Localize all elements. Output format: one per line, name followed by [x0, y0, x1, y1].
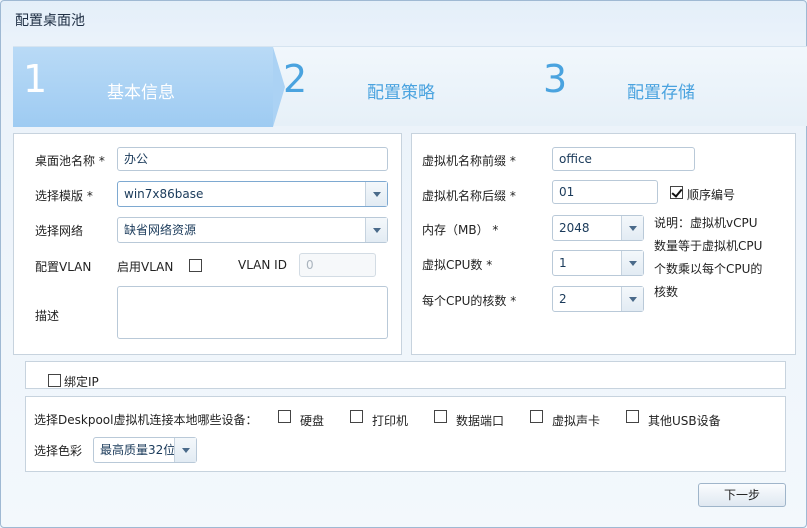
- vm-settings-panel: 虚拟机名称前缀 * office 虚拟机名称后缀 * 01 顺序编号 内存（MB…: [411, 133, 796, 355]
- step-number: 3: [543, 57, 568, 101]
- sequential-checkbox[interactable]: [670, 186, 683, 199]
- vlan-id-input[interactable]: 0: [299, 253, 376, 277]
- cpu-count-select[interactable]: 1: [552, 250, 644, 276]
- memory-select-value: 2048: [559, 221, 590, 235]
- template-label: 选择模版 *: [35, 189, 93, 203]
- device-usb-label: 其他USB设备: [648, 414, 721, 428]
- vcpu-note: 说明：虚拟机vCPU 数量等于虚拟机CPU 个数乘以每个CPU的 核数: [654, 212, 762, 304]
- basic-settings-panel: 桌面池名称 * 办公 选择模版 * win7x86base 选择网络 缺省网络资…: [13, 133, 402, 355]
- device-printer-label: 打印机: [372, 414, 409, 428]
- step-label: 配置存储: [627, 83, 695, 103]
- step-label: 基本信息: [107, 83, 175, 103]
- enable-vlan-checkbox[interactable]: [189, 259, 202, 272]
- chevron-down-icon[interactable]: [365, 182, 387, 206]
- note-line: 数量等于虚拟机CPU: [654, 239, 763, 253]
- vlan-id-label: VLAN ID: [238, 258, 287, 272]
- device-dataport-label: 数据端口: [456, 414, 505, 428]
- chevron-down-icon[interactable]: [365, 218, 387, 242]
- chevron-down-icon[interactable]: [621, 216, 643, 240]
- vm-suffix-label: 虚拟机名称后缀 *: [422, 189, 516, 203]
- pool-name-label: 桌面池名称 *: [35, 154, 105, 168]
- network-select-value: 缺省网络资源: [124, 223, 197, 237]
- network-select[interactable]: 缺省网络资源: [117, 217, 388, 243]
- template-select[interactable]: win7x86base: [117, 181, 388, 207]
- note-line: 说明：虚拟机vCPU: [654, 216, 758, 230]
- step-number: 1: [23, 57, 48, 101]
- device-dataport-checkbox[interactable]: [434, 410, 447, 423]
- title-bar[interactable]: 配置桌面池: [1, 1, 806, 37]
- device-disk-label: 硬盘: [300, 414, 325, 428]
- devices-label: 选择Deskpool虚拟机连接本地哪些设备：: [34, 413, 258, 427]
- step-basic-info[interactable]: 1 基本信息: [13, 47, 285, 127]
- bind-ip-checkbox[interactable]: [48, 374, 61, 387]
- dialog-title: 配置桌面池: [15, 13, 85, 29]
- memory-select[interactable]: 2048: [552, 215, 644, 241]
- device-soundcard-label: 虚拟声卡: [552, 414, 601, 428]
- network-label: 选择网络: [35, 224, 84, 238]
- device-printer-checkbox[interactable]: [350, 410, 363, 423]
- devices-panel: 选择Deskpool虚拟机连接本地哪些设备： 硬盘 打印机 数据端口 虚拟声卡 …: [25, 396, 786, 472]
- sequential-label: 顺序编号: [687, 188, 736, 202]
- vm-prefix-label: 虚拟机名称前缀 *: [422, 154, 516, 168]
- chevron-down-icon[interactable]: [174, 438, 196, 462]
- device-disk-checkbox[interactable]: [278, 410, 291, 423]
- device-soundcard-checkbox[interactable]: [530, 410, 543, 423]
- description-label: 描述: [35, 309, 60, 323]
- color-select[interactable]: 最高质量32位: [93, 437, 197, 463]
- vlan-label: 配置VLAN: [35, 260, 92, 274]
- vm-suffix-input[interactable]: 01: [552, 180, 658, 204]
- bind-ip-panel: 绑定IP: [25, 361, 786, 389]
- step-number: 2: [283, 57, 308, 101]
- pool-name-input[interactable]: 办公: [117, 147, 388, 171]
- cpu-count-select-value: 1: [559, 256, 567, 270]
- dialog-window: 配置桌面池 1 基本信息 2 配置策略 3 配置存储 桌面池名称 * 办公 选择…: [0, 0, 807, 528]
- step-policy[interactable]: 2 配置策略: [275, 47, 535, 127]
- wizard-steps: 1 基本信息 2 配置策略 3 配置存储: [13, 46, 807, 127]
- enable-vlan-label: 启用VLAN: [117, 260, 174, 274]
- cores-select-value: 2: [559, 292, 567, 306]
- chevron-down-icon[interactable]: [621, 287, 643, 311]
- note-line: 核数: [654, 285, 679, 299]
- vm-prefix-input[interactable]: office: [552, 147, 695, 171]
- note-line: 个数乘以每个CPU的: [654, 262, 763, 276]
- template-select-value: win7x86base: [124, 187, 204, 201]
- step-label: 配置策略: [367, 83, 435, 103]
- color-select-value: 最高质量32位: [100, 443, 176, 457]
- next-button[interactable]: 下一步: [698, 483, 786, 507]
- cores-select[interactable]: 2: [552, 286, 644, 312]
- cpu-count-label: 虚拟CPU数 *: [422, 258, 493, 272]
- device-usb-checkbox[interactable]: [626, 410, 639, 423]
- chevron-down-icon[interactable]: [621, 251, 643, 275]
- cores-label: 每个CPU的核数 *: [422, 294, 517, 308]
- bind-ip-label: 绑定IP: [64, 375, 99, 389]
- description-textarea[interactable]: [117, 286, 388, 339]
- color-label: 选择色彩: [34, 444, 83, 458]
- memory-label: 内存（MB） *: [422, 223, 499, 237]
- step-storage[interactable]: 3 配置存储: [535, 47, 807, 127]
